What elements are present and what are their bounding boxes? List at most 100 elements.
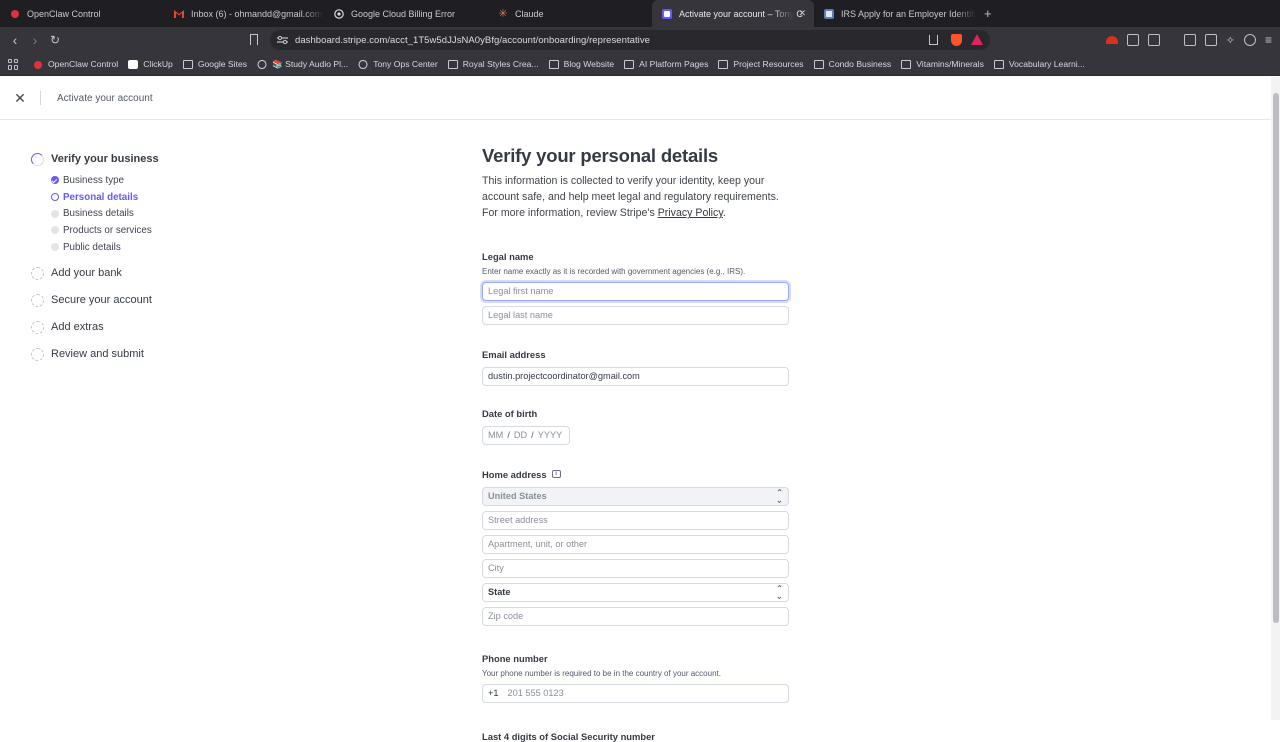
bookmark-openclaw[interactable]: OpenClaw Control — [33, 59, 118, 69]
folder-icon — [548, 59, 559, 69]
shield-icon[interactable] — [1243, 34, 1256, 46]
pending-dot-icon — [51, 243, 59, 252]
tab-stripe-active[interactable]: Activate your account – Tony C ✕ — [652, 0, 814, 27]
bookmark-tony-ops[interactable]: Tony Ops Center — [358, 59, 438, 69]
folder-icon — [813, 59, 824, 69]
bookmark-ai-platform[interactable]: AI Platform Pages — [624, 59, 708, 69]
current-step-icon — [51, 193, 59, 202]
chevron-updown-icon: ⌃ ⌃ — [776, 488, 783, 505]
check-circle-icon — [51, 176, 59, 185]
openclaw-icon — [34, 60, 42, 69]
personal-details-form: Verify your personal details This inform… — [482, 145, 789, 742]
close-icon[interactable]: ✕ — [0, 90, 40, 107]
bookmark-blog-website[interactable]: Blog Website — [548, 59, 614, 69]
legal-first-name-input[interactable]: Legal first name — [482, 281, 789, 301]
pending-ring-icon — [31, 266, 44, 280]
leo-ai-icon[interactable]: ✧ — [1226, 34, 1235, 47]
ssn-label: Last 4 digits of Social Security number — [482, 730, 655, 742]
stripe-onboarding-page: ✕ Activate your account Verify your busi… — [0, 77, 1280, 742]
vpn-icon[interactable] — [1105, 36, 1118, 44]
globe-icon — [257, 59, 267, 69]
bookmark-vocabulary[interactable]: Vocabulary Learni... — [993, 59, 1085, 69]
substep-business-details[interactable]: Business details — [51, 205, 159, 222]
brave-rewards-icon[interactable] — [971, 34, 983, 45]
bookmark-condo-business[interactable]: Condo Business — [813, 59, 891, 69]
tab-title: Claude — [515, 8, 544, 19]
reload-icon[interactable]: ↻ — [45, 33, 65, 47]
phone-input[interactable]: +1 201 555 0123 — [482, 683, 789, 703]
phone-label: Phone number — [482, 652, 548, 664]
email-field[interactable]: dustin.projectcoordinator@gmail.com — [482, 366, 789, 386]
street-address-input[interactable]: Street address — [482, 510, 789, 530]
scrollbar-thumb[interactable] — [1273, 93, 1279, 623]
pending-dot-icon — [51, 209, 59, 218]
substep-business-type[interactable]: Business type — [51, 172, 159, 189]
site-settings-icon[interactable] — [277, 35, 288, 45]
zip-code-input[interactable]: Zip code — [482, 606, 789, 626]
browser-toolbar: ‹ › ↻ dashboard.stripe.com/acct_1T5w5dJJ… — [0, 27, 1280, 53]
step-verify-business[interactable]: Verify your business — [31, 151, 159, 167]
irs-icon — [824, 8, 834, 19]
forward-icon[interactable]: › — [25, 32, 45, 48]
sidebar-icon[interactable] — [1183, 34, 1196, 46]
page-scrollbar[interactable] — [1271, 77, 1280, 720]
bookmark-icon[interactable] — [250, 34, 258, 45]
openclaw-icon — [10, 9, 20, 19]
menu-icon[interactable]: ≡ — [1265, 33, 1272, 47]
privacy-policy-link[interactable]: Privacy Policy — [658, 207, 723, 219]
globe-icon — [358, 59, 368, 69]
substep-products-services[interactable]: Products or services — [51, 222, 159, 239]
apps-icon[interactable] — [8, 58, 19, 70]
dob-month[interactable]: MM — [488, 430, 503, 440]
tab-google-cloud[interactable]: Google Cloud Billing Error — [324, 0, 488, 27]
folder-icon — [901, 59, 912, 69]
bookmark-google-sites[interactable]: Google Sites — [182, 59, 247, 69]
folder-icon — [718, 59, 729, 69]
address-bar[interactable]: dashboard.stripe.com/acct_1T5w5dJJsNA0yB… — [270, 30, 990, 50]
tab-claude[interactable]: ✳ Claude — [488, 0, 652, 27]
info-icon[interactable]: i — [551, 470, 561, 479]
page-header: ✕ Activate your account — [0, 77, 1280, 120]
brave-shields-icon[interactable] — [951, 34, 962, 46]
pending-dot-icon — [51, 226, 59, 235]
extensions-icon[interactable] — [1126, 34, 1139, 46]
back-icon[interactable]: ‹ — [5, 32, 25, 48]
claude-icon: ✳ — [498, 8, 508, 20]
tab-irs[interactable]: IRS Apply for an Employer Identific — [814, 0, 976, 27]
dob-day[interactable]: DD — [514, 430, 527, 440]
share-icon[interactable] — [929, 35, 938, 45]
step-add-bank[interactable]: Add your bank — [31, 265, 159, 281]
folder-icon — [993, 59, 1004, 69]
state-select[interactable]: State ⌃ ⌃ — [482, 582, 789, 602]
pending-ring-icon — [31, 320, 44, 334]
date-of-birth-input[interactable]: MM / DD / YYYY — [482, 425, 570, 445]
bookmark-clickup[interactable]: ClickUp — [128, 59, 173, 69]
apartment-input[interactable]: Apartment, unit, or other — [482, 534, 789, 554]
dob-label: Date of birth — [482, 407, 538, 419]
legal-last-name-input[interactable]: Legal last name — [482, 305, 789, 325]
substep-personal-details[interactable]: Personal details — [51, 189, 159, 206]
progress-ring-icon — [31, 152, 44, 166]
step-secure-account[interactable]: Secure your account — [31, 292, 159, 308]
new-tab-icon[interactable]: + — [984, 6, 992, 21]
legal-name-hint: Enter name exactly as it is recorded wit… — [482, 266, 746, 276]
bookmark-vitamins[interactable]: Vitamins/Minerals — [901, 59, 984, 69]
phone-hint: Your phone number is required to be in t… — [482, 668, 721, 678]
bookmark-project-resources[interactable]: Project Resources — [718, 59, 804, 69]
step-review-submit[interactable]: Review and submit — [31, 346, 159, 362]
tab-gmail[interactable]: Inbox (6) - ohmandd@gmail.com - — [162, 0, 324, 27]
wallet-card-icon[interactable] — [1204, 34, 1217, 46]
close-tab-icon[interactable]: ✕ — [798, 8, 806, 19]
bookmark-royal-styles[interactable]: Royal Styles Crea... — [447, 59, 539, 69]
page-title: Activate your account — [57, 92, 153, 104]
wallet-icon[interactable] — [1147, 34, 1160, 46]
country-select[interactable]: United States ⌃ ⌃ — [482, 486, 789, 506]
pending-ring-icon — [31, 347, 44, 361]
folder-icon — [182, 59, 193, 69]
city-input[interactable]: City — [482, 558, 789, 578]
dob-year[interactable]: YYYY — [538, 430, 563, 440]
bookmark-study-audio[interactable]: 📚 Study Audio Pl... — [257, 59, 348, 70]
step-add-extras[interactable]: Add extras — [31, 319, 159, 335]
substep-public-details[interactable]: Public details — [51, 239, 159, 256]
tab-openclaw[interactable]: OpenClaw Control — [0, 0, 162, 27]
